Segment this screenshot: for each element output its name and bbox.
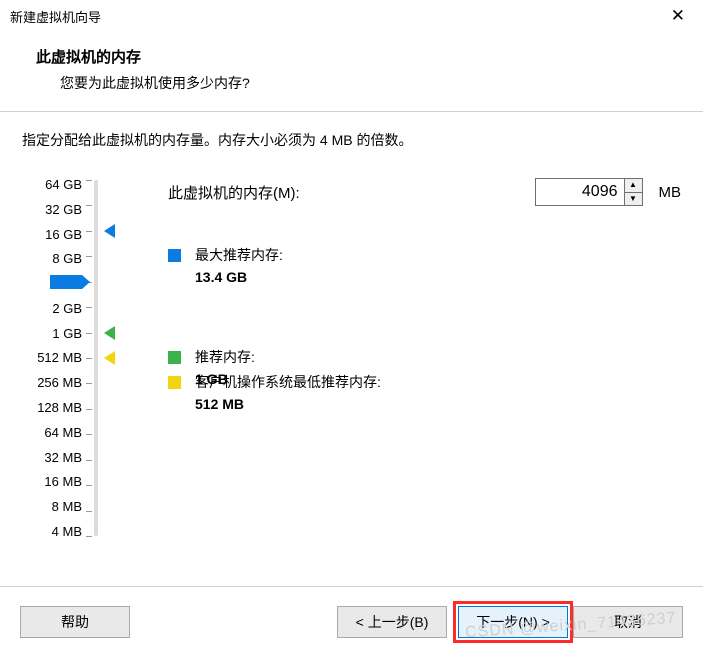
legend-square-blue-icon bbox=[168, 249, 181, 262]
slider-tick-label: 64 GB bbox=[22, 178, 82, 191]
recommendation-rec-label: 推荐内存: bbox=[195, 347, 255, 367]
page-subtitle: 您要为此虚拟机使用多少内存? bbox=[36, 73, 667, 93]
back-button[interactable]: < 上一步(B) bbox=[337, 606, 447, 638]
slider-tick-label: 8 MB bbox=[22, 500, 82, 513]
slider-tick-label: 16 GB bbox=[22, 228, 82, 241]
recommendation-min-value: 512 MB bbox=[195, 396, 381, 412]
slider-marker-rec bbox=[104, 326, 115, 340]
memory-input[interactable] bbox=[536, 179, 624, 205]
window-title: 新建虚拟机向导 bbox=[10, 7, 101, 26]
slider-track bbox=[94, 180, 98, 536]
instruction-text: 指定分配给此虚拟机的内存量。内存大小必须为 4 MB 的倍数。 bbox=[22, 130, 681, 150]
recommendation-max-value: 13.4 GB bbox=[195, 269, 283, 285]
slider-tick-label: 64 MB bbox=[22, 426, 82, 439]
next-button-highlight: 下一步(N) > bbox=[453, 601, 573, 643]
spinner-down-icon[interactable]: ▼ bbox=[625, 193, 642, 206]
page-title: 此虚拟机的内存 bbox=[36, 46, 667, 67]
slider-tick-label: 4 GB bbox=[22, 277, 82, 290]
wizard-header: 此虚拟机的内存 您要为此虚拟机使用多少内存? bbox=[0, 32, 703, 111]
recommendation-max: 最大推荐内存: 13.4 GB bbox=[168, 245, 283, 285]
legend-square-green-icon bbox=[168, 351, 181, 364]
close-icon[interactable]: ✕ bbox=[665, 6, 691, 26]
legend-square-yellow-icon bbox=[168, 376, 181, 389]
memory-field-label: 此虚拟机的内存(M): bbox=[168, 182, 525, 203]
next-button[interactable]: 下一步(N) > bbox=[458, 606, 568, 638]
slider-tick-label: 16 MB bbox=[22, 475, 82, 488]
slider-tick-label: 512 MB bbox=[22, 351, 82, 364]
slider-tick-label: 32 GB bbox=[22, 203, 82, 216]
spinner-up-icon[interactable]: ▲ bbox=[625, 179, 642, 193]
slider-tick-label: 8 GB bbox=[22, 252, 82, 265]
slider-tick-label: 128 MB bbox=[22, 401, 82, 414]
memory-slider[interactable]: 64 GB 32 GB 16 GB 8 GB 4 GB 2 GB 1 GB 512 MB 256… bbox=[22, 178, 126, 538]
slider-tick-label: 256 MB bbox=[22, 376, 82, 389]
content-area: 指定分配给此虚拟机的内存量。内存大小必须为 4 MB 的倍数。 64 GB 32 … bbox=[0, 112, 703, 538]
slider-marker-min bbox=[104, 351, 115, 365]
cancel-button[interactable]: 取消 bbox=[573, 606, 683, 638]
recommendation-max-label: 最大推荐内存: bbox=[195, 245, 283, 265]
slider-tick-label: 32 MB bbox=[22, 451, 82, 464]
slider-marker-max bbox=[104, 224, 115, 238]
recommendation-min-label: 客户机操作系统最低推荐内存: bbox=[195, 372, 381, 392]
slider-tick-label: 4 MB bbox=[22, 525, 82, 538]
titlebar: 新建虚拟机向导 ✕ bbox=[0, 0, 703, 32]
slider-tick-label: 1 GB bbox=[22, 327, 82, 340]
recommendation-min: 客户机操作系统最低推荐内存: 512 MB bbox=[168, 372, 381, 412]
memory-spinner[interactable]: ▲ ▼ bbox=[535, 178, 643, 206]
memory-unit: MB bbox=[659, 184, 682, 201]
wizard-footer: 帮助 < 上一步(B) 下一步(N) > 取消 bbox=[0, 586, 703, 663]
help-button[interactable]: 帮助 bbox=[20, 606, 130, 638]
slider-tick-label: 2 GB bbox=[22, 302, 82, 315]
